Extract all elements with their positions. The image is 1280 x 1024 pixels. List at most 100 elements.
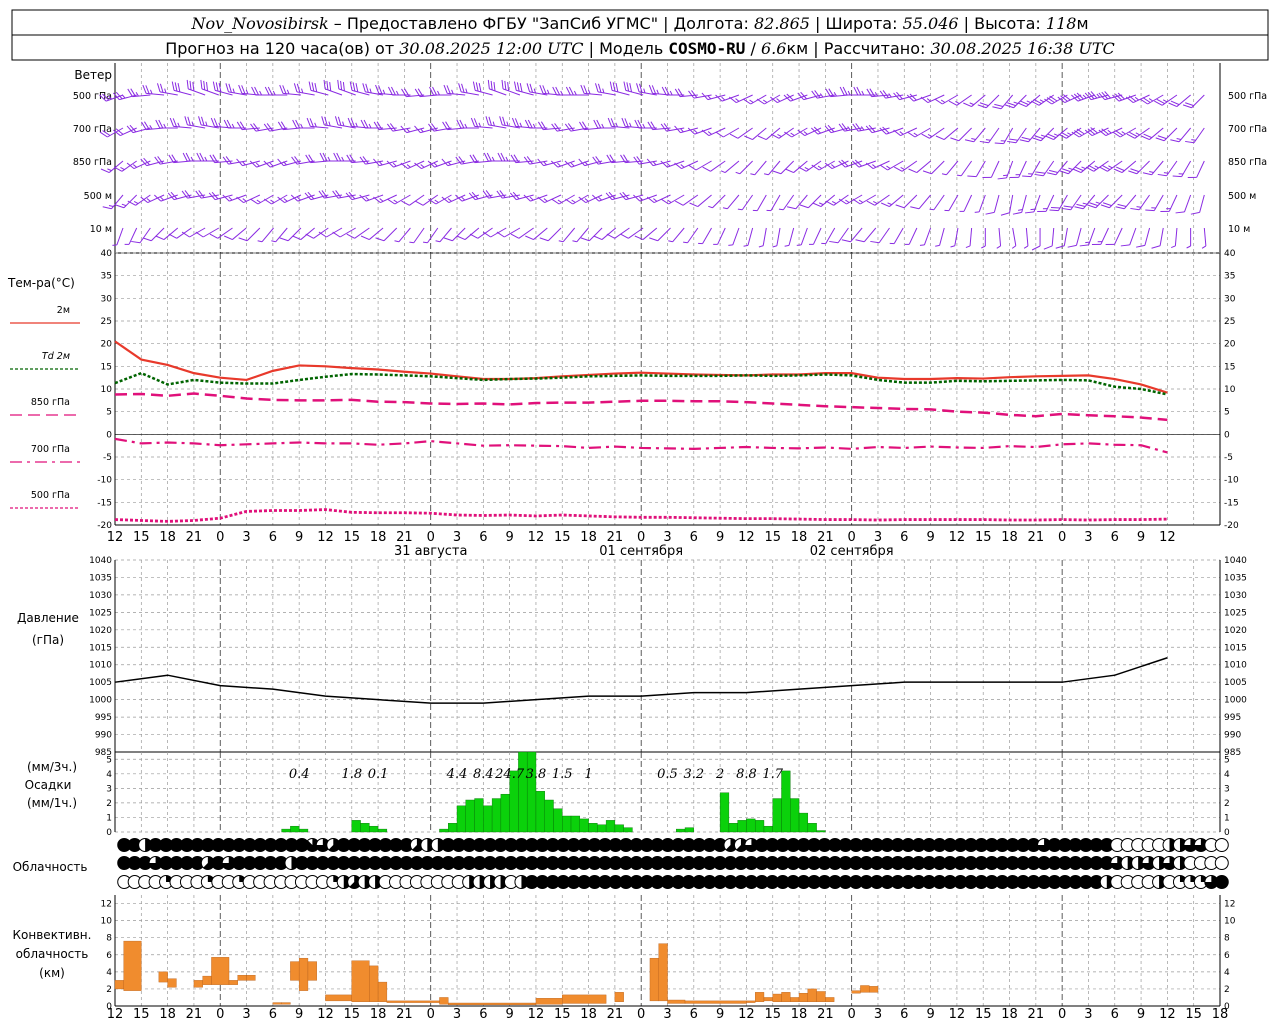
wind-barb (785, 160, 808, 174)
wind-barb-half (437, 90, 440, 96)
temp-legend-label: Td 2м (42, 351, 70, 362)
precip-annotation: 2 (715, 767, 724, 782)
wind-barb-half (283, 198, 288, 202)
wind-barb (778, 194, 795, 211)
wind-barb-flag (855, 123, 862, 131)
wind-barb-shaft (908, 227, 918, 245)
wind-barb (660, 194, 685, 205)
time-tick-label-bottom: 3 (242, 1007, 250, 1022)
temp-tick-left: -15 (97, 498, 112, 508)
precip-tick-right: 0 (1224, 828, 1230, 838)
time-tick-label: 9 (926, 530, 934, 545)
wind-barb-shaft (726, 194, 740, 210)
wind-barb (922, 160, 945, 175)
precip-annotation: 3.8 (526, 767, 547, 782)
wind-barb-flag (253, 123, 260, 131)
wind-barb (798, 160, 822, 172)
temp-tick-right: 5 (1224, 408, 1230, 418)
wind-barb-shaft (998, 227, 1002, 246)
conv-axis-title-2: облачность (16, 947, 89, 961)
wind-barb (852, 123, 876, 132)
wind-barb-half (132, 164, 138, 168)
wind-barb (513, 81, 534, 96)
precip-bar (816, 830, 826, 833)
wind-barb-half (491, 156, 495, 162)
time-tick-label: 18 (791, 530, 808, 545)
wind-barb (195, 227, 220, 238)
wind-barb (222, 194, 247, 202)
wind-barb-shaft (903, 194, 918, 209)
wind-barb (1017, 94, 1041, 108)
wind-level-label-left: 10 м (90, 224, 112, 235)
precip-bar (491, 798, 502, 833)
precip-unit-3h: (мм/3ч.) (27, 760, 77, 774)
time-tick-label-bottom: 18 (1212, 1007, 1229, 1022)
wind-barb (124, 227, 138, 245)
time-tick-label-bottom: 6 (1111, 1007, 1119, 1022)
wind-barb (879, 126, 904, 135)
cloud-axis-title: Облачность (13, 860, 88, 874)
wind-barb-shaft (1075, 227, 1082, 246)
wind-barb-flag (921, 133, 930, 139)
wind-barb (200, 79, 219, 96)
precip-bar (737, 820, 747, 833)
conv-bar (807, 988, 817, 1002)
precip-bar (728, 823, 738, 833)
precip-bar (290, 825, 300, 833)
wind-level-label-left: 500 гПа (73, 91, 112, 102)
wind-barb-flag (551, 123, 558, 132)
wind-barb (750, 160, 767, 176)
wind-barb-shaft (993, 194, 1000, 213)
wind-barb-flag (389, 123, 397, 131)
wind-barb (208, 191, 233, 201)
wind-barb (337, 79, 356, 96)
time-tick-label: 0 (637, 530, 645, 545)
wind-barb-flag (982, 176, 992, 179)
wind-barb (263, 194, 288, 205)
wind-barb-half (149, 124, 153, 130)
header-part: | Модель (584, 39, 669, 58)
wind-barb-shaft (1129, 227, 1137, 246)
precip-tick-left: 3 (106, 784, 112, 794)
header-part: 118 (1046, 14, 1077, 33)
wind-barb (1201, 227, 1207, 249)
wind-barb (808, 227, 822, 245)
wind-barb-flag (675, 200, 684, 206)
time-tick-label: 6 (690, 530, 698, 545)
wind-barb (1057, 94, 1082, 104)
wind-barb (428, 194, 452, 205)
conv-bar (298, 957, 309, 991)
conv-tick-left: 8 (106, 934, 112, 944)
temp-tick-left: 35 (101, 272, 112, 282)
temp-legend-label: 700 гПа (31, 444, 70, 455)
wind-barb-flag (1120, 244, 1130, 247)
wind-barb (796, 227, 808, 246)
wind-barb (688, 160, 712, 171)
wind-barb (728, 94, 753, 104)
conv-bar (228, 980, 238, 985)
time-tick-label: 3 (1084, 530, 1092, 545)
wind-barb (305, 227, 329, 239)
wind-barb (222, 156, 247, 165)
wind-barb-half (758, 245, 764, 248)
wind-barb-flag (525, 235, 534, 241)
wind-barb (496, 227, 521, 238)
precip-bar (614, 824, 624, 833)
wind-barb (879, 90, 904, 99)
wind-barb (674, 125, 699, 134)
wind-barb (250, 123, 274, 132)
pressure-axis-title: Давление (17, 611, 79, 625)
precip-bar (351, 820, 361, 833)
wind-barb (277, 194, 302, 204)
wind-barb-flag (798, 166, 807, 172)
wind-barb (1085, 160, 1109, 172)
wind-barb (1079, 227, 1096, 247)
cloud-cover-symbol (1214, 875, 1229, 889)
wind-barb (257, 227, 274, 243)
wind-barb-flag (866, 200, 875, 206)
precip-bar (518, 751, 528, 833)
precip-bar (281, 828, 291, 833)
precip-bar (579, 818, 589, 833)
wind-barb-flag (550, 160, 559, 168)
conv-tick-right: 6 (1224, 951, 1230, 961)
